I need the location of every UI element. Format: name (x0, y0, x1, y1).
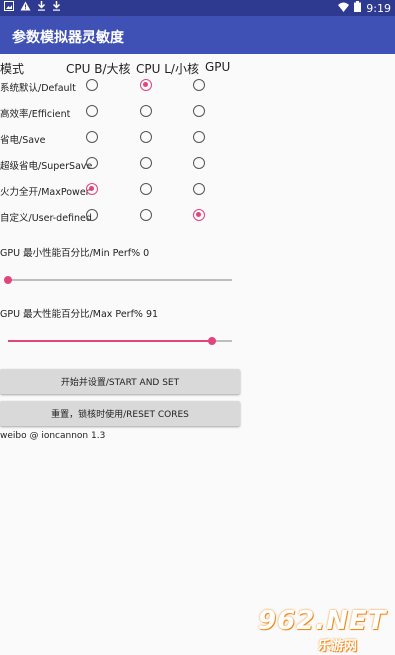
download-icon (52, 1, 61, 14)
start-and-set-button[interactable]: 开始并设置/START AND SET (0, 369, 240, 394)
warning-icon (20, 1, 31, 14)
column-header-cpu-big: CPU B/大核 (66, 62, 131, 76)
radio-cpu-little[interactable] (140, 209, 152, 221)
radio-cpu-little[interactable] (140, 105, 152, 117)
row-label: 省电/Save (0, 135, 46, 146)
app-bar: 参数模拟器灵敏度 (0, 16, 395, 54)
app-title: 参数模拟器灵敏度 (12, 30, 124, 46)
min-perf-slider-thumb[interactable] (4, 276, 12, 284)
radio-cpu-big[interactable] (86, 79, 98, 91)
radio-gpu[interactable] (193, 131, 205, 143)
radio-cpu-little[interactable] (140, 157, 152, 169)
max-perf-label: GPU 最大性能百分比/Max Perf% 91 (0, 309, 159, 320)
status-bar: 9:19 (0, 0, 395, 16)
reset-cores-button[interactable]: 重置，锁核时使用/RESET CORES (0, 401, 240, 426)
radio-gpu[interactable] (193, 79, 205, 91)
max-perf-slider-fill (8, 340, 212, 342)
watermark-logo: 962.NET 乐游网 (258, 606, 392, 654)
radio-gpu[interactable] (193, 209, 205, 221)
mode-header: 模式 (0, 62, 25, 76)
image-icon (4, 1, 14, 14)
footer-credit: weibo @ ioncannon 1.3 (0, 431, 106, 441)
watermark-site: 乐游网 (318, 639, 358, 654)
max-perf-slider-thumb[interactable] (207, 337, 216, 345)
wifi-icon (338, 2, 350, 15)
radio-cpu-little[interactable] (140, 131, 152, 143)
radio-gpu[interactable] (193, 183, 205, 195)
column-header-cpu-little: CPU L/小核 (136, 62, 199, 76)
battery-icon (354, 1, 362, 15)
row-label: 自定义/User-defined (0, 213, 92, 224)
column-header-gpu: GPU (205, 60, 231, 74)
min-perf-label: GPU 最小性能百分比/Min Perf% 0 (0, 248, 150, 259)
radio-cpu-little[interactable] (140, 183, 152, 195)
radio-cpu-big[interactable] (86, 131, 98, 143)
row-label: 系统默认/Default (0, 83, 76, 94)
radio-gpu[interactable] (193, 105, 205, 117)
radio-cpu-little[interactable] (140, 79, 152, 91)
radio-cpu-big[interactable] (86, 157, 98, 169)
min-perf-slider[interactable] (4, 276, 232, 284)
row-label: 超级省电/SuperSave (0, 161, 93, 172)
radio-cpu-big[interactable] (86, 209, 98, 221)
radio-gpu[interactable] (193, 157, 205, 169)
max-perf-slider[interactable] (8, 337, 232, 345)
radio-cpu-big[interactable] (86, 183, 98, 195)
clock-time: 9:19 (366, 1, 391, 15)
row-label: 火力全开/MaxPower (0, 187, 90, 198)
row-label: 高效率/Efficient (0, 109, 71, 120)
watermark-number: 962.NET (258, 606, 387, 636)
radio-cpu-big[interactable] (86, 105, 98, 117)
download-icon (37, 1, 46, 14)
